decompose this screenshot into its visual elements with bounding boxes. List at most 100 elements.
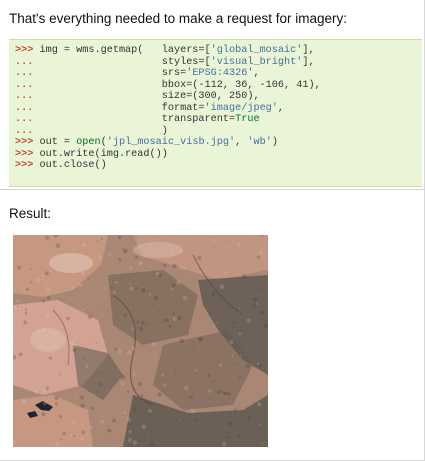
terrain-speckle: [179, 338, 184, 343]
terrain-speckle: [91, 406, 95, 410]
terrain-speckle: [193, 377, 195, 379]
code-token-prompt: ...: [15, 102, 40, 114]
document-page: That's everything needed to make a reque…: [0, 0, 425, 461]
terrain-speckle: [51, 361, 54, 363]
terrain-speckle: [47, 296, 51, 300]
terrain-speckle: [123, 411, 127, 415]
terrain-speckle: [208, 389, 212, 393]
terrain-speckle: [229, 340, 234, 345]
terrain-speckle: [170, 287, 174, 291]
terrain-speckle: [35, 278, 40, 282]
terrain-bright-flat-1: [49, 253, 93, 273]
terrain-speckle: [154, 354, 156, 356]
terrain-speckle: [41, 326, 47, 332]
terrain-speckle: [55, 442, 58, 446]
code-token-prompt: ...: [15, 125, 40, 137]
terrain-speckle: [24, 311, 28, 315]
result-satellite-image: [13, 235, 268, 447]
terrain-speckle: [113, 294, 115, 296]
code-token-keyword: True: [235, 114, 260, 126]
code-token-text: ): [39, 125, 168, 137]
section-divider: [0, 189, 425, 190]
code-token-prompt: ...: [15, 114, 40, 126]
terrain-speckle: [120, 381, 125, 386]
code-token-string: 'wb': [247, 137, 272, 149]
terrain-speckle: [81, 430, 86, 434]
terrain-speckle: [184, 431, 187, 433]
terrain-speckle: [125, 341, 127, 344]
terrain-speckle: [182, 266, 186, 271]
terrain-speckle: [80, 437, 84, 440]
terrain-speckle: [42, 274, 45, 277]
code-token-text: transparent=: [39, 114, 236, 126]
terrain-speckle: [260, 311, 265, 315]
code-token-text: ): [271, 137, 278, 149]
terrain-speckle: [108, 252, 112, 256]
terrain-speckle: [40, 303, 43, 306]
terrain-speckle: [213, 238, 217, 242]
terrain-speckle: [236, 362, 239, 365]
terrain-speckle: [82, 242, 87, 247]
terrain-speckle: [145, 281, 147, 284]
terrain-speckle: [243, 393, 246, 396]
code-token-string: 'visual_bright': [210, 56, 303, 68]
terrain-speckle: [73, 435, 76, 438]
terrain-speckle: [240, 354, 242, 357]
terrain-speckle: [138, 326, 144, 332]
terrain-speckle: [115, 281, 118, 284]
terrain-speckle: [59, 298, 62, 301]
terrain-speckle: [172, 316, 177, 322]
terrain-speckle: [161, 327, 164, 330]
terrain-speckle: [158, 273, 163, 278]
terrain-speckle: [78, 283, 83, 288]
terrain-speckle: [211, 292, 216, 296]
terrain-speckle: [76, 334, 79, 337]
terrain-speckle: [87, 314, 93, 320]
terrain-speckle: [174, 372, 177, 375]
terrain-speckle: [227, 421, 232, 426]
code-token-prompt: ...: [15, 68, 40, 80]
terrain-speckle: [128, 430, 132, 434]
code-token-text: ,: [253, 68, 260, 80]
terrain-speckle: [238, 376, 242, 379]
terrain-speckle: [210, 380, 213, 383]
terrain-speckle: [247, 415, 252, 420]
terrain-speckle: [55, 243, 61, 248]
terrain-speckle: [59, 414, 63, 418]
terrain-speckle: [66, 316, 70, 321]
code-token-prompt: ...: [15, 56, 40, 68]
terrain-speckle: [135, 236, 137, 238]
code-token-text: bbox=(-112, 36, -106, 41),: [39, 79, 321, 91]
terrain-speckle: [45, 386, 49, 391]
terrain-speckle: [72, 421, 76, 424]
terrain-speckle: [135, 286, 138, 290]
code-token-prompt: >>>: [15, 160, 40, 172]
terrain-speckle: [80, 403, 85, 408]
terrain-speckle: [135, 255, 138, 259]
terrain-speckle: [256, 255, 260, 259]
terrain-speckle: [129, 266, 133, 270]
terrain-speckle: [193, 418, 197, 422]
terrain-speckle: [262, 332, 264, 334]
terrain-speckle: [179, 236, 181, 238]
terrain-speckle: [179, 419, 182, 422]
terrain-speckle: [38, 338, 42, 342]
terrain-speckle: [147, 409, 153, 414]
terrain-speckle: [17, 306, 19, 308]
terrain-speckle: [148, 412, 151, 415]
terrain-speckle: [102, 308, 104, 310]
terrain-speckle: [141, 424, 147, 430]
terrain-speckle: [48, 356, 53, 360]
code-token-text: ],: [302, 56, 315, 68]
code-token-prompt: >>>: [15, 137, 40, 149]
terrain-speckle: [236, 261, 239, 264]
code-token-text: srs=: [39, 68, 187, 80]
terrain-speckle: [224, 391, 228, 396]
terrain-speckle: [254, 394, 257, 397]
terrain-speckle: [45, 314, 50, 319]
terrain-speckle: [89, 425, 93, 430]
code-token-text: img = wms.getmap( layers=[: [39, 45, 211, 56]
code-token-text: format=: [39, 102, 205, 114]
terrain-bright-flat-3: [133, 242, 183, 258]
terrain-speckle: [126, 416, 130, 420]
